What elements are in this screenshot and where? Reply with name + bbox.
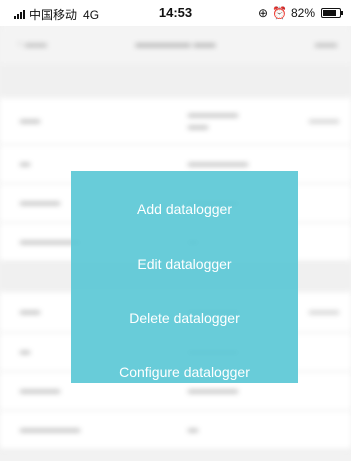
edit-datalogger-item[interactable]: Edit datalogger: [71, 256, 298, 272]
status-bar: 中国移动 4G 14:53 ⊕ ⏰ 82%: [0, 0, 351, 26]
nav-action-blurred: ▬▬: [315, 38, 337, 50]
status-right: ⊕ ⏰ 82%: [257, 6, 343, 20]
section-gap: [0, 64, 351, 98]
battery-percent: 82%: [290, 6, 315, 20]
add-datalogger-item[interactable]: Add datalogger: [71, 201, 298, 217]
blurred-row: ▬▬▬▬▬▬ ▬: [0, 411, 351, 450]
configure-datalogger-item[interactable]: Configure datalogger: [71, 364, 298, 380]
blurred-row: ▬▬ ▬▬▬▬▬ ▬▬ ▬▬▬: [0, 98, 351, 145]
alarm-icon: ⏰: [272, 6, 287, 20]
location-icon: ⊕: [257, 6, 269, 20]
nav-bar-blurred: ‹ ▬▬ ▬▬▬▬▬ ▬▬ ▬▬: [0, 26, 351, 64]
delete-datalogger-item[interactable]: Delete datalogger: [71, 310, 298, 326]
nav-title-blurred: ▬▬▬▬▬ ▬▬: [135, 38, 216, 50]
battery-icon: [321, 8, 343, 18]
datalogger-action-menu: Add datalogger Edit datalogger Delete da…: [71, 171, 298, 383]
